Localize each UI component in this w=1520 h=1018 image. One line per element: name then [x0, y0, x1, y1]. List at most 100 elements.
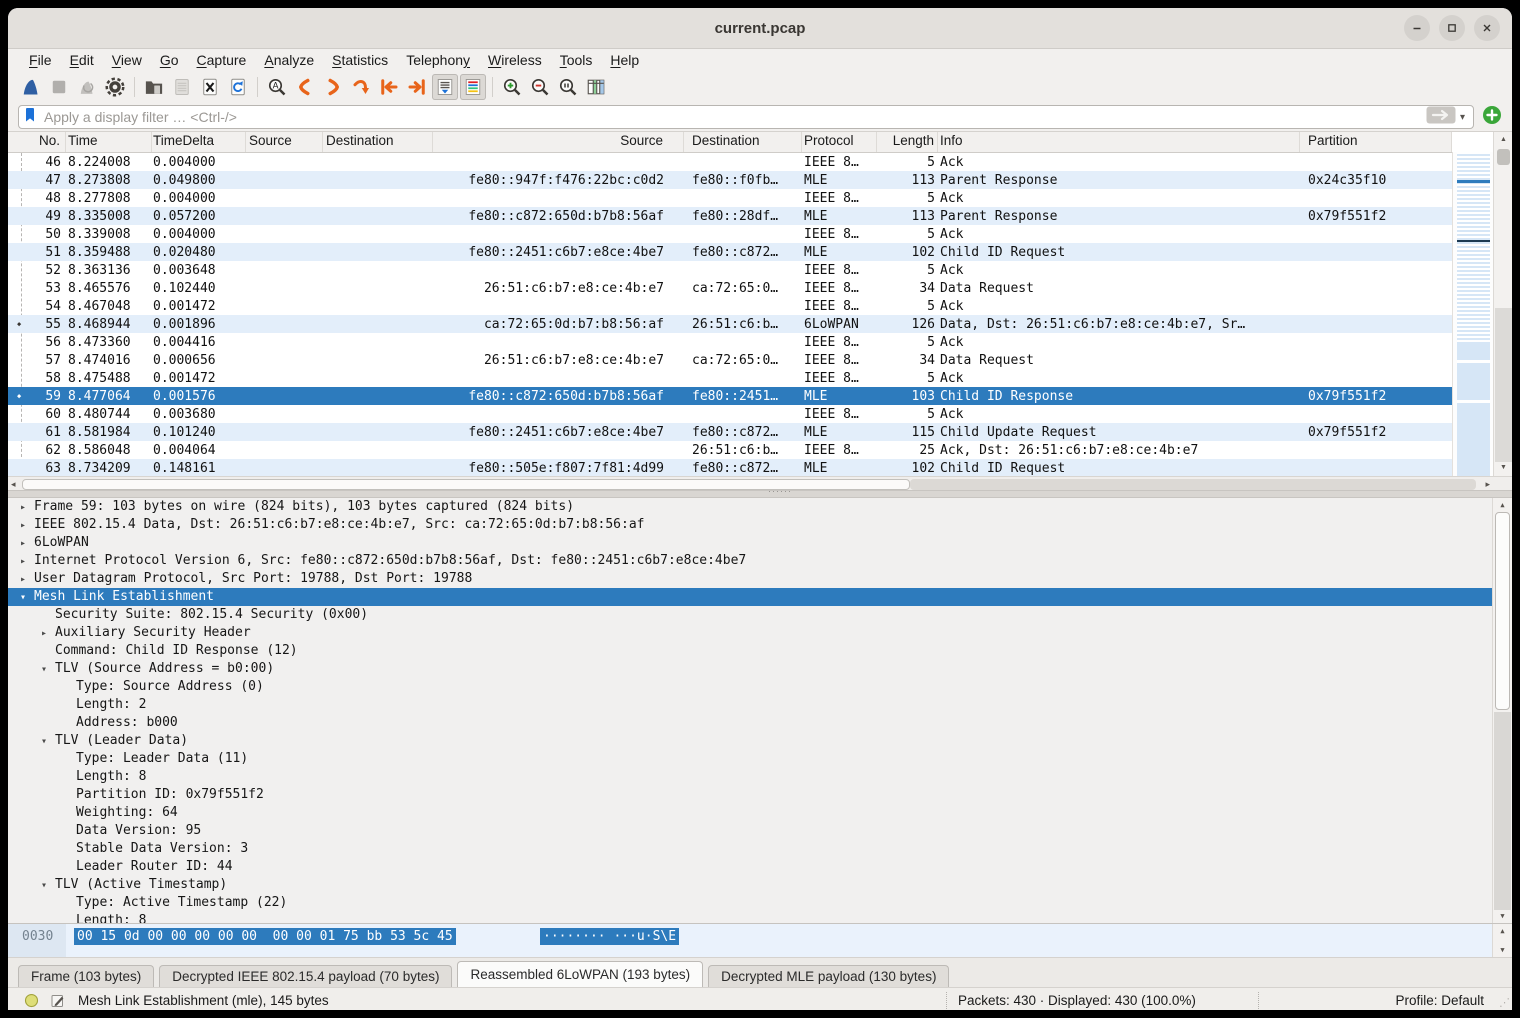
scroll-up-icon[interactable]: ▲ [1493, 926, 1512, 936]
packet-row-58[interactable]: 588.4754880.001472IEEE 8…5Ack [8, 369, 1452, 387]
start-capture-icon[interactable] [18, 74, 44, 100]
display-filter-input[interactable]: ▾ [18, 105, 1474, 129]
capture-comment-icon[interactable] [50, 993, 66, 1010]
bytes-vscrollbar[interactable]: ▲ ▼ [1492, 924, 1512, 957]
detail-row-6[interactable]: Security Suite: 802.15.4 Security (0x00) [8, 606, 1512, 624]
packet-row-56[interactable]: 568.4733600.004416IEEE 8…5Ack [8, 333, 1452, 351]
column-header-info-9[interactable]: Info [938, 132, 1300, 152]
packet-row-59[interactable]: ◆598.4770640.001576fe80::c872:650d:b7b8:… [8, 387, 1452, 405]
resize-grip[interactable]: ⋰ [1499, 996, 1510, 1009]
detail-row-17[interactable]: Weighting: 64 [8, 804, 1512, 822]
pane-splitter[interactable]: ······ [8, 490, 1512, 498]
menu-analyze[interactable]: Analyze [255, 51, 323, 69]
column-header-source-5[interactable]: Source [433, 132, 684, 152]
packet-row-51[interactable]: 518.3594880.020480fe80::2451:c6b7:e8ce:4… [8, 243, 1452, 261]
column-header-destination-4[interactable]: Destination [323, 132, 433, 152]
menu-statistics[interactable]: Statistics [323, 51, 397, 69]
packet-list-hscrollbar[interactable]: ◂ ▸ [8, 476, 1512, 491]
detail-row-23[interactable]: Length: 8 [8, 912, 1512, 923]
expander-open-icon[interactable]: ▾ [20, 589, 34, 607]
detail-row-11[interactable]: Length: 2 [8, 696, 1512, 714]
capture-options-icon[interactable] [102, 74, 128, 100]
add-filter-button-icon[interactable] [1482, 105, 1502, 130]
intelligent-scrollbar[interactable] [1452, 152, 1494, 476]
expander-open-icon[interactable]: ▾ [41, 661, 55, 679]
detail-row-1[interactable]: ▸IEEE 802.15.4 Data, Dst: 26:51:c6:b7:e8… [8, 516, 1512, 534]
column-header-source-3[interactable]: Source [246, 132, 323, 152]
hex-ascii-selected[interactable]: ········ ···u·S\E [540, 928, 679, 945]
zoom-out-icon[interactable] [527, 74, 553, 100]
detail-row-15[interactable]: Length: 8 [8, 768, 1512, 786]
menu-edit[interactable]: Edit [61, 51, 103, 69]
hex-bytes-selected[interactable]: 00 15 0d 00 00 00 00 00 00 00 01 75 bb 5… [74, 928, 456, 945]
packet-row-53[interactable]: 538.4655760.10244026:51:c6:b7:e8:ce:4b:e… [8, 279, 1452, 297]
status-profile[interactable]: Profile: Default [1395, 993, 1484, 1008]
scroll-up-icon[interactable]: ▲ [1493, 500, 1512, 510]
scroll-down-icon[interactable]: ▼ [1493, 945, 1512, 955]
packet-row-63[interactable]: 638.7342090.148161fe80::505e:f807:7f81:4… [8, 459, 1452, 477]
packet-row-47[interactable]: 478.2738080.049800fe80::947f:f476:22bc:c… [8, 171, 1452, 189]
detail-row-20[interactable]: Leader Router ID: 44 [8, 858, 1512, 876]
expert-info-icon[interactable] [24, 993, 39, 1010]
detail-row-21[interactable]: ▾TLV (Active Timestamp) [8, 876, 1512, 894]
scroll-down-icon[interactable]: ▼ [1493, 911, 1512, 921]
filter-dropdown-icon[interactable]: ▾ [1460, 112, 1465, 123]
packet-row-54[interactable]: 548.4670480.001472IEEE 8…5Ack [8, 297, 1452, 315]
expander-closed-icon[interactable]: ▸ [20, 571, 34, 589]
maximize-button[interactable] [1439, 15, 1465, 41]
detail-row-7[interactable]: ▸Auxiliary Security Header [8, 624, 1512, 642]
expander-open-icon[interactable]: ▾ [41, 733, 55, 751]
column-header-protocol-7[interactable]: Protocol [802, 132, 877, 152]
menu-help[interactable]: Help [601, 51, 648, 69]
column-header-partition-10[interactable]: Partition [1300, 132, 1452, 152]
column-header-destination-6[interactable]: Destination [684, 132, 802, 152]
detail-row-9[interactable]: ▾TLV (Source Address = b0:00) [8, 660, 1512, 678]
tab-reassembled-6lowpan-193-bytes-[interactable]: Reassembled 6LoWPAN (193 bytes) [457, 961, 703, 987]
packet-row-62[interactable]: 628.5860480.00406426:51:c6:b…IEEE 8…25Ac… [8, 441, 1452, 459]
detail-row-16[interactable]: Partition ID: 0x79f551f2 [8, 786, 1512, 804]
find-packet-icon[interactable]: A [264, 74, 290, 100]
go-to-packet-icon[interactable] [348, 74, 374, 100]
detail-vscrollbar[interactable]: ▲▼ [1492, 498, 1512, 923]
packet-row-60[interactable]: 608.4807440.003680IEEE 8…5Ack [8, 405, 1452, 423]
detail-row-5[interactable]: ▾Mesh Link Establishment [8, 588, 1512, 606]
tab-decrypted-mle-payload-130-bytes-[interactable]: Decrypted MLE payload (130 bytes) [708, 965, 949, 987]
packet-row-50[interactable]: 508.3390080.004000IEEE 8…5Ack [8, 225, 1452, 243]
scroll-left-icon[interactable]: ◂ [11, 479, 16, 490]
expander-closed-icon[interactable]: ▸ [20, 553, 34, 571]
packet-row-52[interactable]: 528.3631360.003648IEEE 8…5Ack [8, 261, 1452, 279]
expander-closed-icon[interactable]: ▸ [20, 535, 34, 553]
filter-text-input[interactable] [42, 108, 1426, 126]
close-button[interactable] [1474, 15, 1500, 41]
detail-row-12[interactable]: Address: b000 [8, 714, 1512, 732]
auto-scroll-icon[interactable] [432, 74, 458, 100]
column-header-timedelta-2[interactable]: TimeDelta [152, 132, 246, 152]
column-header-no--0[interactable]: No. [8, 132, 66, 152]
detail-row-0[interactable]: ▸Frame 59: 103 bytes on wire (824 bits),… [8, 498, 1512, 516]
detail-row-2[interactable]: ▸6LoWPAN [8, 534, 1512, 552]
go-last-icon[interactable] [404, 74, 430, 100]
detail-row-22[interactable]: Type: Active Timestamp (22) [8, 894, 1512, 912]
menu-telephony[interactable]: Telephony [397, 51, 479, 69]
go-forward-icon[interactable] [320, 74, 346, 100]
scroll-up-icon[interactable]: ▲ [1494, 135, 1512, 145]
detail-row-19[interactable]: Stable Data Version: 3 [8, 840, 1512, 858]
go-first-icon[interactable] [376, 74, 402, 100]
open-file-icon[interactable] [141, 74, 167, 100]
detail-row-14[interactable]: Type: Leader Data (11) [8, 750, 1512, 768]
packet-row-57[interactable]: 578.4740160.00065626:51:c6:b7:e8:ce:4b:e… [8, 351, 1452, 369]
menu-tools[interactable]: Tools [551, 51, 602, 69]
detail-row-13[interactable]: ▾TLV (Leader Data) [8, 732, 1512, 750]
column-header-time-1[interactable]: Time [66, 132, 152, 152]
menu-view[interactable]: View [103, 51, 151, 69]
zoom-in-icon[interactable] [499, 74, 525, 100]
detail-row-4[interactable]: ▸User Datagram Protocol, Src Port: 19788… [8, 570, 1512, 588]
reload-file-icon[interactable] [225, 74, 251, 100]
expander-closed-icon[interactable]: ▸ [20, 517, 34, 535]
detail-row-8[interactable]: Command: Child ID Response (12) [8, 642, 1512, 660]
scroll-thumb[interactable] [1497, 149, 1510, 165]
expander-open-icon[interactable]: ▾ [41, 877, 55, 895]
detail-row-3[interactable]: ▸Internet Protocol Version 6, Src: fe80:… [8, 552, 1512, 570]
packet-row-61[interactable]: 618.5819840.101240fe80::2451:c6b7:e8ce:4… [8, 423, 1452, 441]
packet-row-49[interactable]: 498.3350080.057200fe80::c872:650d:b7b8:5… [8, 207, 1452, 225]
